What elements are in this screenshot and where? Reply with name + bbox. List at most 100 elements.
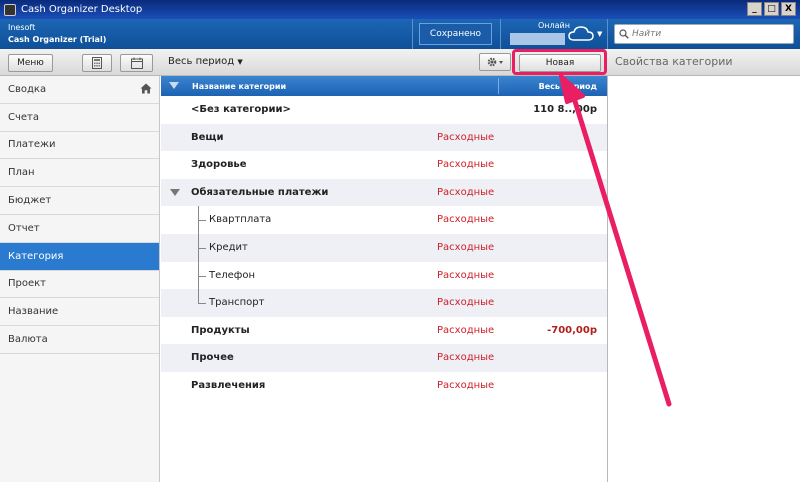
category-type: Расходные [437,379,495,391]
category-type: Расходные [437,352,495,364]
category-type: Расходные [437,186,495,198]
period-label: Весь период [168,56,235,67]
sidebar-item-label: Бюджет [8,195,52,207]
saved-button[interactable]: Сохранено [419,23,492,45]
sidebar-item-label: Сводка [8,83,47,95]
app-icon [4,3,16,16]
column-header-name[interactable]: Название категории [192,82,286,91]
cloud-icon[interactable] [568,26,594,42]
category-type: Расходные [437,131,495,143]
sidebar-item-label: Валюта [8,334,48,346]
collapse-all-icon[interactable] [169,82,179,89]
table-row[interactable]: Продукты Расходные -700,00р [161,317,607,345]
category-amount: -700,00р [547,324,597,336]
sidebar-item-label: Отчет [8,222,40,234]
sidebar-item-label: Название [8,306,59,318]
sidebar-item-payments[interactable]: Платежи [0,132,159,160]
tree-line [198,247,206,249]
category-type: Расходные [437,269,495,281]
category-name: Телефон [209,269,256,281]
category-name: Кредит [209,241,248,253]
category-amount: 110 8..,00р [533,104,597,115]
sidebar-item-accounts[interactable]: Счета [0,104,159,132]
calendar-button[interactable] [120,54,153,72]
column-header-amount[interactable]: Весь период [539,82,597,91]
category-name: Обязательные платежи [191,186,329,198]
category-table: Название категории Весь период <Без кате… [161,76,608,482]
sidebar-item-payee[interactable]: Название [0,298,159,327]
category-name: Квартплата [209,214,272,226]
category-name: <Без категории> [191,104,291,115]
sidebar: Сводка Счета Платежи План Бюджет Отчет К… [0,76,160,482]
table-row[interactable]: <Без категории> 110 8..,00р [161,96,607,124]
product-name: Cash Organizer (Trial) [8,35,107,44]
table-row[interactable]: Телефон Расходные [161,261,607,290]
online-status: Онлайн [538,21,570,30]
category-name: Развлечения [191,379,266,391]
tree-line [198,303,206,305]
period-selector[interactable]: Весь период ▼ [168,56,243,67]
minimize-button[interactable]: _ [747,2,762,16]
header-divider [500,19,501,49]
menu-button[interactable]: Меню [8,54,53,72]
sidebar-item-label: Счета [8,111,39,123]
category-type: Расходные [437,159,495,171]
calculator-button[interactable] [82,54,112,72]
header-divider [412,19,413,49]
home-icon [140,83,152,94]
account-box[interactable] [510,33,565,45]
expand-toggle-icon[interactable] [170,188,180,196]
chevron-down-icon: ▼ [237,58,243,66]
sidebar-item-currency[interactable]: Валюта [0,326,159,354]
category-type: Расходные [437,214,495,226]
table-row[interactable]: Вещи Расходные [161,123,607,152]
category-name: Вещи [191,131,224,143]
header-divider [607,19,608,49]
company-name: Inesoft [8,23,36,32]
category-name: Здоровье [191,159,247,171]
toolbar: Меню Весь период ▼ Новая категория Свойс… [0,49,800,84]
tree-line [198,220,206,222]
tree-line [198,289,199,305]
sidebar-item-report[interactable]: Отчет [0,215,159,243]
column-separator [498,78,499,94]
table-row[interactable]: Прочее Расходные [161,344,607,372]
search-box[interactable] [614,24,794,44]
sidebar-item-project[interactable]: Проект [0,271,159,299]
gear-icon [487,57,503,67]
annotation-highlight [512,49,607,75]
sidebar-item-summary[interactable]: Сводка [0,76,159,104]
sidebar-item-label: Категория [8,250,64,262]
table-header: Название категории Весь период [161,76,607,96]
table-row[interactable]: Обязательные платежи Расходные [161,178,607,207]
sidebar-item-category[interactable]: Категория [0,242,159,271]
table-row[interactable]: Кредит Расходные [161,233,607,262]
app-header: Inesoft Cash Organizer (Trial) Сохранено… [0,19,800,49]
category-name: Продукты [191,324,250,336]
properties-pane [609,76,800,482]
table-row[interactable]: Транспорт Расходные [161,289,607,317]
close-button[interactable]: X [781,2,796,16]
window-title: Cash Organizer Desktop [21,4,143,15]
category-name: Прочее [191,352,234,364]
sidebar-item-label: Платежи [8,139,56,151]
window-titlebar: Cash Organizer Desktop _ □ X [0,0,800,19]
category-type: Расходные [437,241,495,253]
chevron-down-icon[interactable]: ▼ [597,30,602,38]
search-input[interactable] [632,29,782,39]
calendar-icon [130,57,143,69]
search-icon [619,29,629,39]
sidebar-item-plan[interactable]: План [0,159,159,188]
tree-line [198,275,206,277]
calculator-icon [92,57,102,69]
table-row[interactable]: Развлечения Расходные [161,372,607,400]
properties-title: Свойства категории [615,55,733,68]
brand: Inesoft Cash Organizer (Trial) [8,22,106,46]
category-name: Транспорт [209,297,265,309]
sidebar-item-budget[interactable]: Бюджет [0,187,159,215]
settings-button[interactable] [479,53,511,71]
table-row[interactable]: Квартплата Расходные [161,206,607,235]
table-row[interactable]: Здоровье Расходные [161,151,607,179]
maximize-button[interactable]: □ [764,2,779,16]
category-type: Расходные [437,297,495,309]
